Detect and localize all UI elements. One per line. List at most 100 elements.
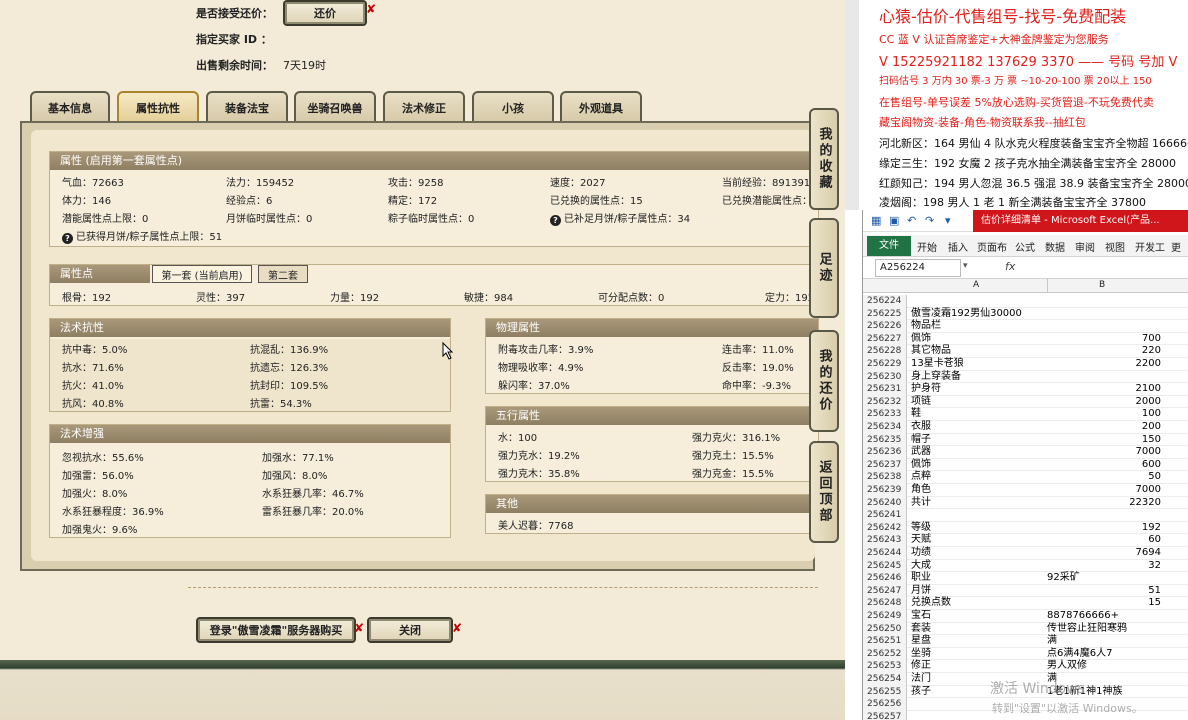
table-row[interactable]: 256231 护身符 2100 xyxy=(863,383,1188,396)
column-a-header[interactable]: A xyxy=(973,280,979,290)
cell-b[interactable]: 8878766666+ xyxy=(1047,610,1161,623)
table-row[interactable]: 256249 宝石 8878766666+ xyxy=(863,610,1188,623)
row-number[interactable]: 256238 xyxy=(863,471,907,484)
row-number[interactable]: 256242 xyxy=(863,521,907,535)
table-row[interactable]: 256232 项链 2000 xyxy=(863,395,1188,409)
row-number[interactable]: 256250 xyxy=(863,622,907,636)
row-number[interactable]: 256243 xyxy=(863,534,907,547)
cell-a[interactable]: 套装 xyxy=(911,623,1047,636)
tab-equipment[interactable]: 装备法宝 xyxy=(206,91,288,122)
cell-b[interactable]: 60 xyxy=(1047,534,1161,547)
tab-mounts-pets[interactable]: 坐骑召唤兽 xyxy=(294,91,376,122)
cell-a[interactable]: 鞋 xyxy=(911,408,1047,421)
cell-b[interactable]: 192 xyxy=(1047,522,1161,535)
row-number[interactable]: 256239 xyxy=(863,484,907,497)
row-number[interactable]: 256246 xyxy=(863,572,907,585)
side-nav-favorites[interactable]: 我的收藏 xyxy=(809,108,839,210)
cell-a[interactable]: 等级 xyxy=(911,522,1047,535)
table-row[interactable]: 256233 鞋 100 xyxy=(863,408,1188,421)
table-row[interactable]: 256235 帽子 150 xyxy=(863,433,1188,447)
cell-a[interactable]: 角色 xyxy=(911,484,1047,497)
undo-icon[interactable]: ↶ xyxy=(907,214,916,227)
ribbon-tab-view[interactable]: 视图 xyxy=(1105,239,1125,254)
row-number[interactable]: 256252 xyxy=(863,647,907,661)
table-row[interactable]: 256242 等级 192 xyxy=(863,521,1188,535)
cell-b[interactable]: 100 xyxy=(1047,408,1161,421)
row-number[interactable]: 256237 xyxy=(863,458,907,472)
cell-a[interactable]: 月饼 xyxy=(911,585,1047,598)
side-nav-history[interactable]: 足迹 xyxy=(809,218,839,318)
ribbon-tab-data[interactable]: 数据 xyxy=(1045,239,1065,254)
row-number[interactable]: 256230 xyxy=(863,370,907,384)
cell-a[interactable]: 13星卡苍狼 xyxy=(911,358,1047,371)
close-x-icon[interactable]: ✘ xyxy=(452,621,462,635)
row-number[interactable]: 256255 xyxy=(863,685,907,699)
cell-a[interactable]: 星盘 xyxy=(911,635,1047,648)
table-row[interactable]: 256239 角色 7000 xyxy=(863,484,1188,497)
question-icon[interactable]: ? xyxy=(62,233,73,244)
cell-b[interactable]: 700 xyxy=(1047,333,1161,346)
cell-a[interactable]: 帽子 xyxy=(911,434,1047,447)
ribbon-tab-developer[interactable]: 开发工 xyxy=(1135,239,1165,254)
table-row[interactable]: 256236 武器 7000 xyxy=(863,446,1188,459)
table-row[interactable]: 256224 xyxy=(863,295,1188,308)
cell-a[interactable]: 护身符 xyxy=(911,383,1047,396)
question-icon[interactable]: ? xyxy=(550,215,561,226)
cell-a[interactable]: 共计 xyxy=(911,497,1047,510)
spreadsheet-grid[interactable]: A B 256224 256225 傲雪凌霜192男仙30000 256226 物品栏 2… xyxy=(863,279,1188,720)
row-number[interactable]: 256228 xyxy=(863,345,907,358)
cell-a[interactable]: 天赋 xyxy=(911,534,1047,547)
cell-b[interactable]: 220 xyxy=(1047,345,1161,358)
cell-a[interactable]: 坐骑 xyxy=(911,648,1047,661)
cell-b[interactable]: 32 xyxy=(1047,560,1161,573)
table-row[interactable]: 256229 13星卡苍狼 2200 xyxy=(863,358,1188,371)
subtab-first-set[interactable]: 第一套 (当前启用) xyxy=(152,265,252,283)
table-row[interactable]: 256245 大成 32 xyxy=(863,559,1188,573)
ribbon-tab-insert[interactable]: 插入 xyxy=(948,239,968,254)
cell-b[interactable]: 2200 xyxy=(1047,358,1161,371)
table-row[interactable]: 256237 佩饰 600 xyxy=(863,458,1188,472)
cell-b[interactable]: 7000 xyxy=(1047,484,1161,497)
cell-b[interactable]: 150 xyxy=(1047,434,1161,447)
save-icon[interactable]: ▣ xyxy=(889,214,899,227)
cell-a[interactable]: 其它物品 xyxy=(911,345,1047,358)
row-number[interactable]: 256249 xyxy=(863,610,907,623)
row-number[interactable]: 256256 xyxy=(863,698,907,711)
row-number[interactable]: 256247 xyxy=(863,584,907,598)
cell-a[interactable]: 衣服 xyxy=(911,421,1047,434)
table-row[interactable]: 256226 物品栏 xyxy=(863,320,1188,333)
name-box-dropdown-icon[interactable]: ▾ xyxy=(963,261,968,271)
ribbon-tab-file[interactable]: 文件 xyxy=(867,236,911,256)
cell-a[interactable]: 佩饰 xyxy=(911,459,1047,472)
cell-a[interactable]: 傲雪凌霜192男仙30000 xyxy=(911,308,1047,321)
row-number[interactable]: 256236 xyxy=(863,446,907,459)
cell-a[interactable]: 修正 xyxy=(911,660,1047,673)
cell-b[interactable]: 7000 xyxy=(1047,446,1161,459)
table-row[interactable]: 256244 功绩 7694 xyxy=(863,547,1188,560)
cell-a[interactable]: 宝石 xyxy=(911,610,1047,623)
row-number[interactable]: 256251 xyxy=(863,635,907,648)
fx-icon[interactable]: fx xyxy=(1005,260,1015,273)
row-number[interactable]: 256225 xyxy=(863,307,907,321)
row-number[interactable]: 256235 xyxy=(863,433,907,447)
ribbon-tab-formulas[interactable]: 公式 xyxy=(1015,239,1035,254)
table-row[interactable]: 256238 点粹 50 xyxy=(863,471,1188,484)
cell-b[interactable]: 点6满4魔6人7 xyxy=(1047,648,1161,661)
cell-a[interactable]: 点粹 xyxy=(911,471,1047,484)
cell-b[interactable]: 92采矿 xyxy=(1047,572,1161,585)
cell-b[interactable]: 2100 xyxy=(1047,383,1161,396)
table-row[interactable]: 256252 坐骑 点6满4魔6人7 xyxy=(863,647,1188,661)
row-number[interactable]: 256232 xyxy=(863,395,907,409)
subtab-second-set[interactable]: 第二套 xyxy=(258,265,308,283)
side-nav-back-to-top[interactable]: 返回顶部 xyxy=(809,441,839,543)
row-number[interactable]: 256233 xyxy=(863,408,907,421)
table-row[interactable]: 256247 月饼 51 xyxy=(863,584,1188,598)
side-nav-my-offers[interactable]: 我的还价 xyxy=(809,330,839,432)
cell-a[interactable]: 大成 xyxy=(911,560,1047,573)
table-row[interactable]: 256230 身上穿装备 xyxy=(863,370,1188,384)
cell-b[interactable]: 51 xyxy=(1047,585,1161,598)
cell-b[interactable]: 满 xyxy=(1047,635,1161,648)
tab-attributes[interactable]: 属性抗性 xyxy=(117,91,199,122)
cell-b[interactable]: 50 xyxy=(1047,471,1161,484)
row-number[interactable]: 256240 xyxy=(863,496,907,510)
